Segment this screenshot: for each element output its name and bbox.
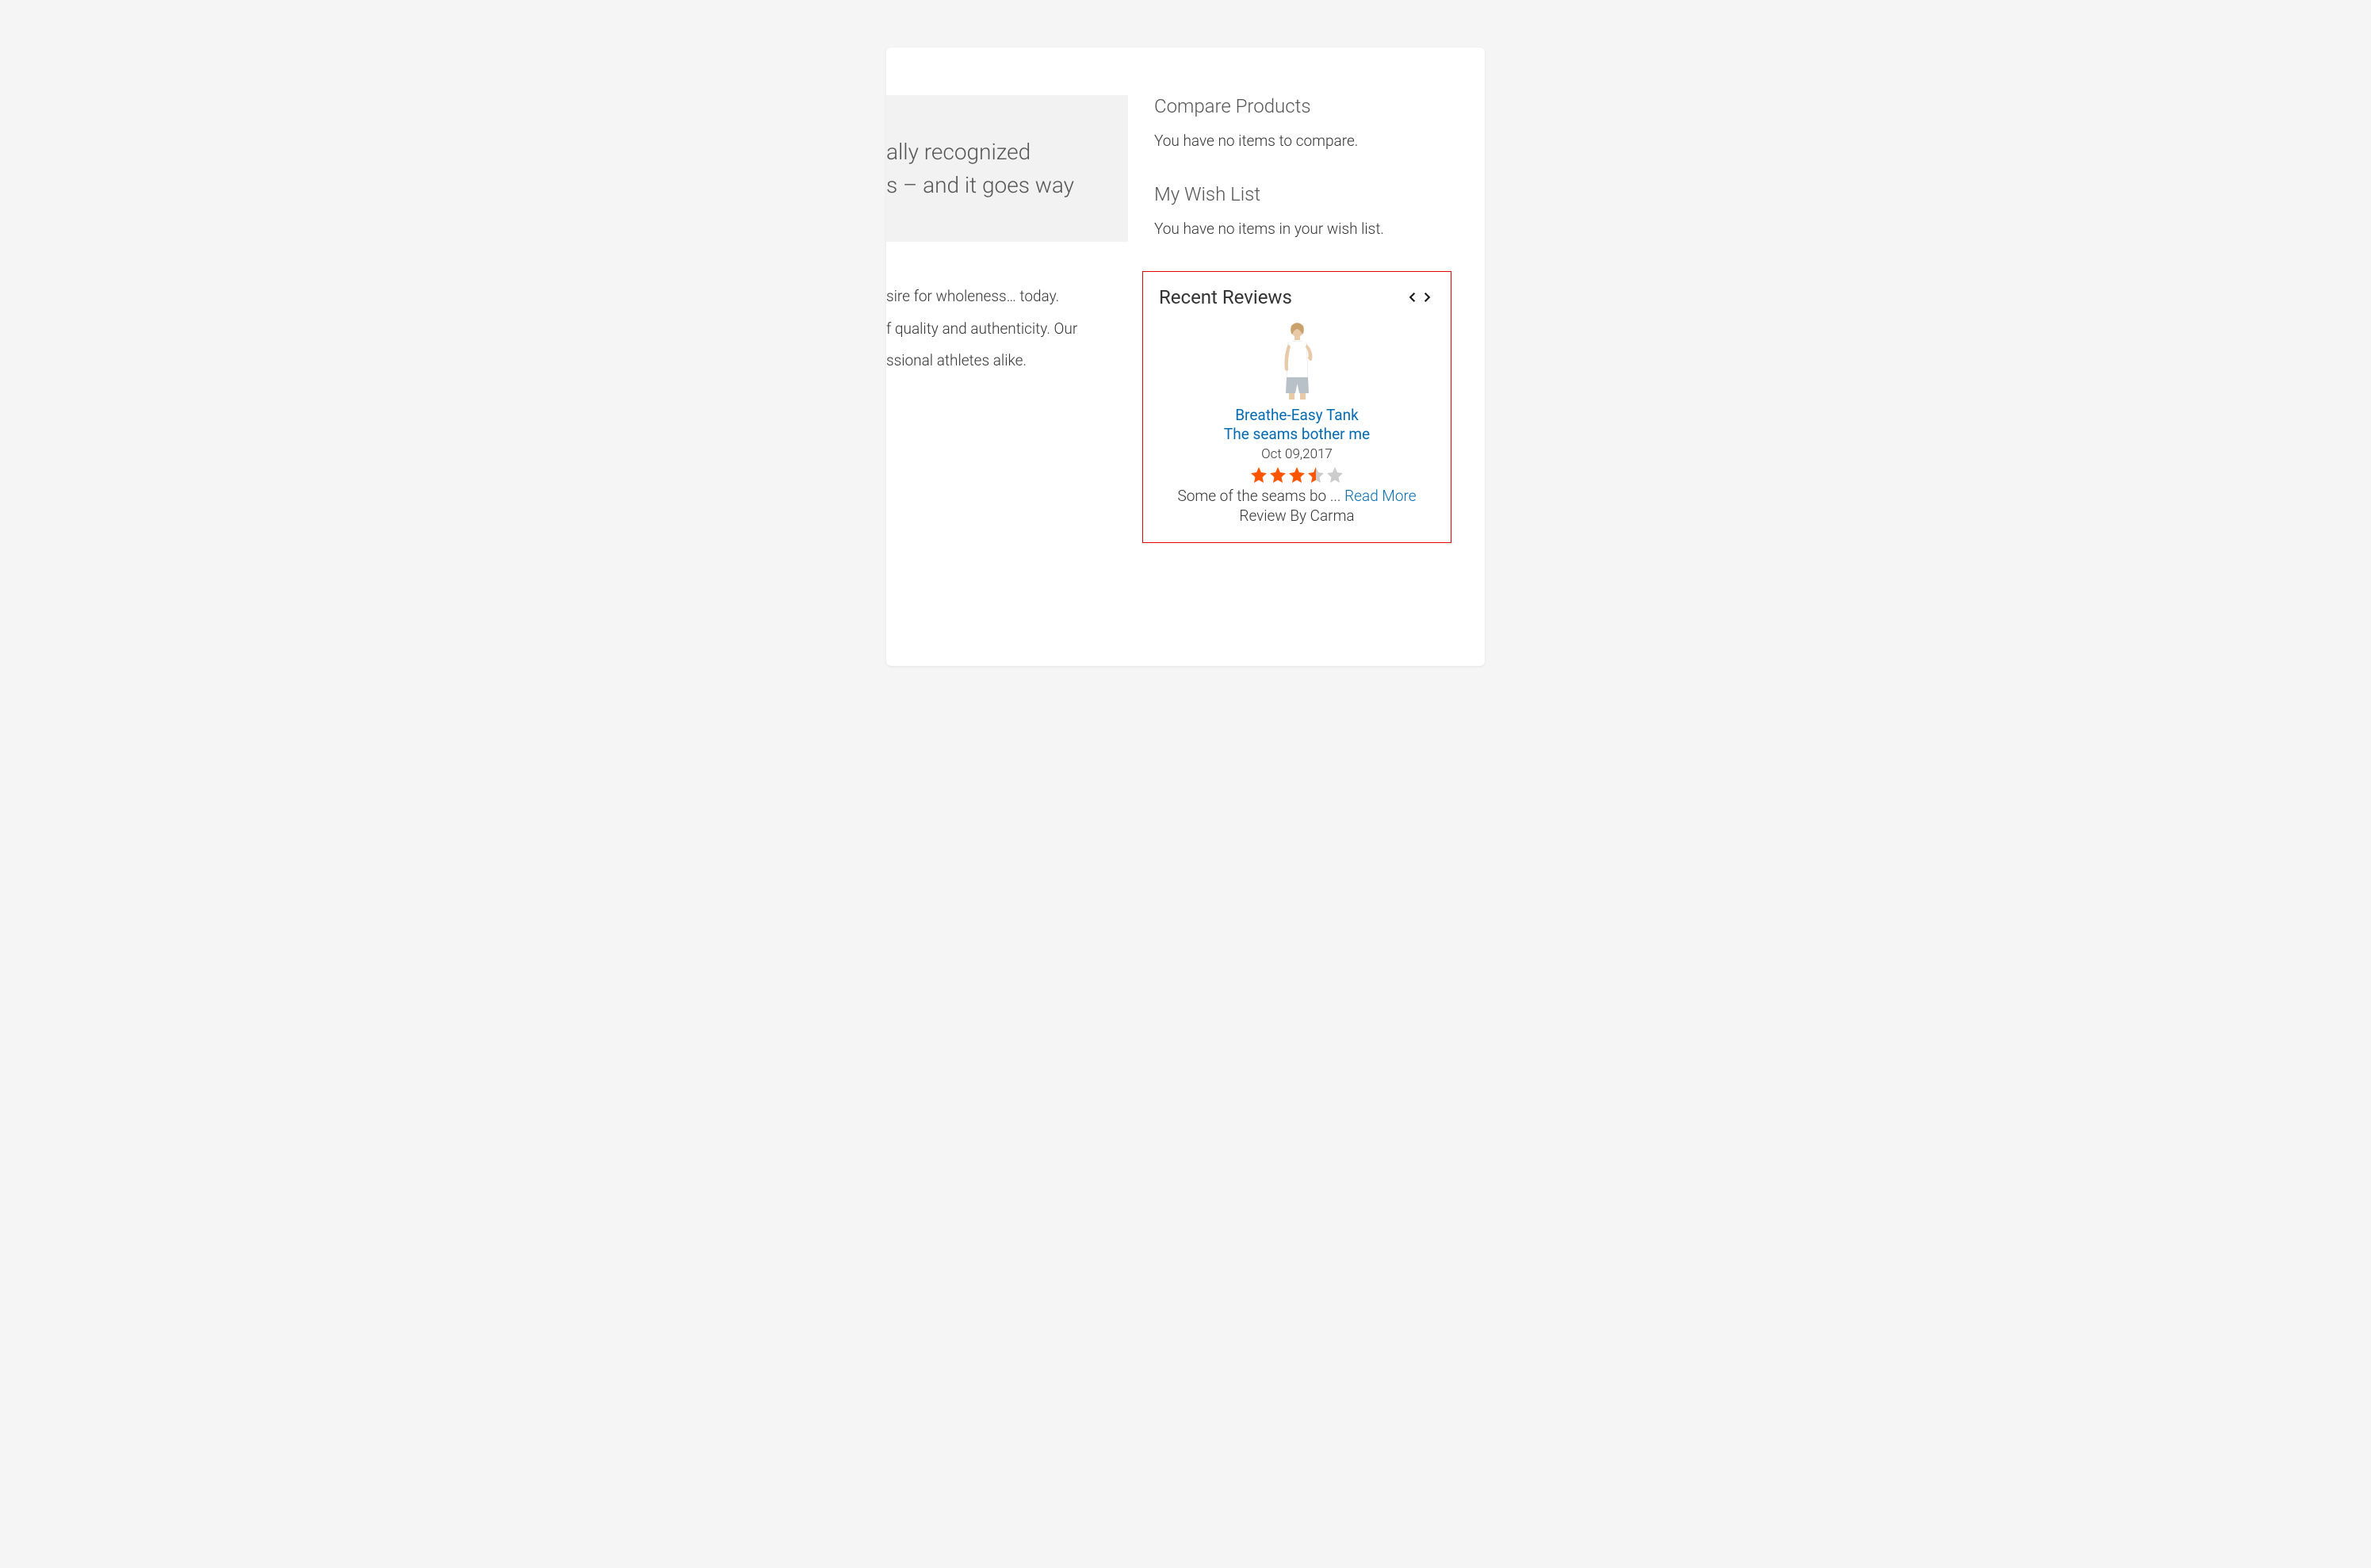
review-author: Review By Carma: [1159, 507, 1435, 525]
star-half-icon: [1306, 465, 1325, 484]
review-snippet-text: Some of the seams bo ...: [1177, 487, 1344, 505]
left-panel: ally recognized s – and it goes way sire…: [886, 95, 1128, 382]
recent-reviews-nav: [1405, 289, 1435, 306]
chevron-right-icon[interactable]: [1421, 289, 1435, 306]
body-para-1: sire for wholeness… today.: [886, 285, 1116, 308]
review-title-link[interactable]: The seams bother me: [1159, 425, 1435, 443]
wishlist-section: My Wish List You have no items in your w…: [1154, 183, 1451, 238]
recent-reviews-widget: Recent Reviews: [1142, 271, 1451, 543]
review-rating-stars: [1159, 465, 1435, 484]
recent-reviews-header: Recent Reviews: [1159, 286, 1435, 308]
recent-reviews-heading: Recent Reviews: [1159, 286, 1292, 308]
body-para-3: ssional athletes alike.: [886, 350, 1116, 373]
hero-text-line2: s – and it goes way: [886, 169, 1120, 202]
chevron-left-icon[interactable]: [1405, 289, 1419, 306]
compare-products-message: You have no items to compare.: [1154, 132, 1451, 150]
star-icon: [1287, 465, 1306, 484]
right-sidebar: Compare Products You have no items to co…: [1154, 95, 1451, 543]
review-item: Breathe-Easy Tank The seams bother me Oc…: [1159, 320, 1435, 525]
body-para-2: f quality and authenticity. Our: [886, 318, 1116, 341]
wishlist-message: You have no items in your wish list.: [1154, 220, 1451, 238]
wishlist-heading: My Wish List: [1154, 183, 1451, 205]
content-card: ally recognized s – and it goes way sire…: [886, 48, 1485, 666]
star-empty-icon: [1325, 465, 1344, 484]
compare-products-section: Compare Products You have no items to co…: [1154, 95, 1451, 150]
star-icon: [1268, 465, 1287, 484]
hero-text-line1: ally recognized: [886, 136, 1120, 169]
hero-block: ally recognized s – and it goes way: [886, 95, 1128, 242]
review-date: Oct 09,2017: [1159, 446, 1435, 462]
compare-products-heading: Compare Products: [1154, 95, 1451, 117]
review-snippet: Some of the seams bo ... Read More: [1159, 487, 1435, 505]
product-image[interactable]: [1268, 320, 1327, 400]
read-more-link[interactable]: Read More: [1344, 487, 1416, 505]
body-text: sire for wholeness… today. f quality and…: [886, 285, 1128, 373]
star-icon: [1249, 465, 1268, 484]
review-product-link[interactable]: Breathe-Easy Tank: [1159, 406, 1435, 424]
